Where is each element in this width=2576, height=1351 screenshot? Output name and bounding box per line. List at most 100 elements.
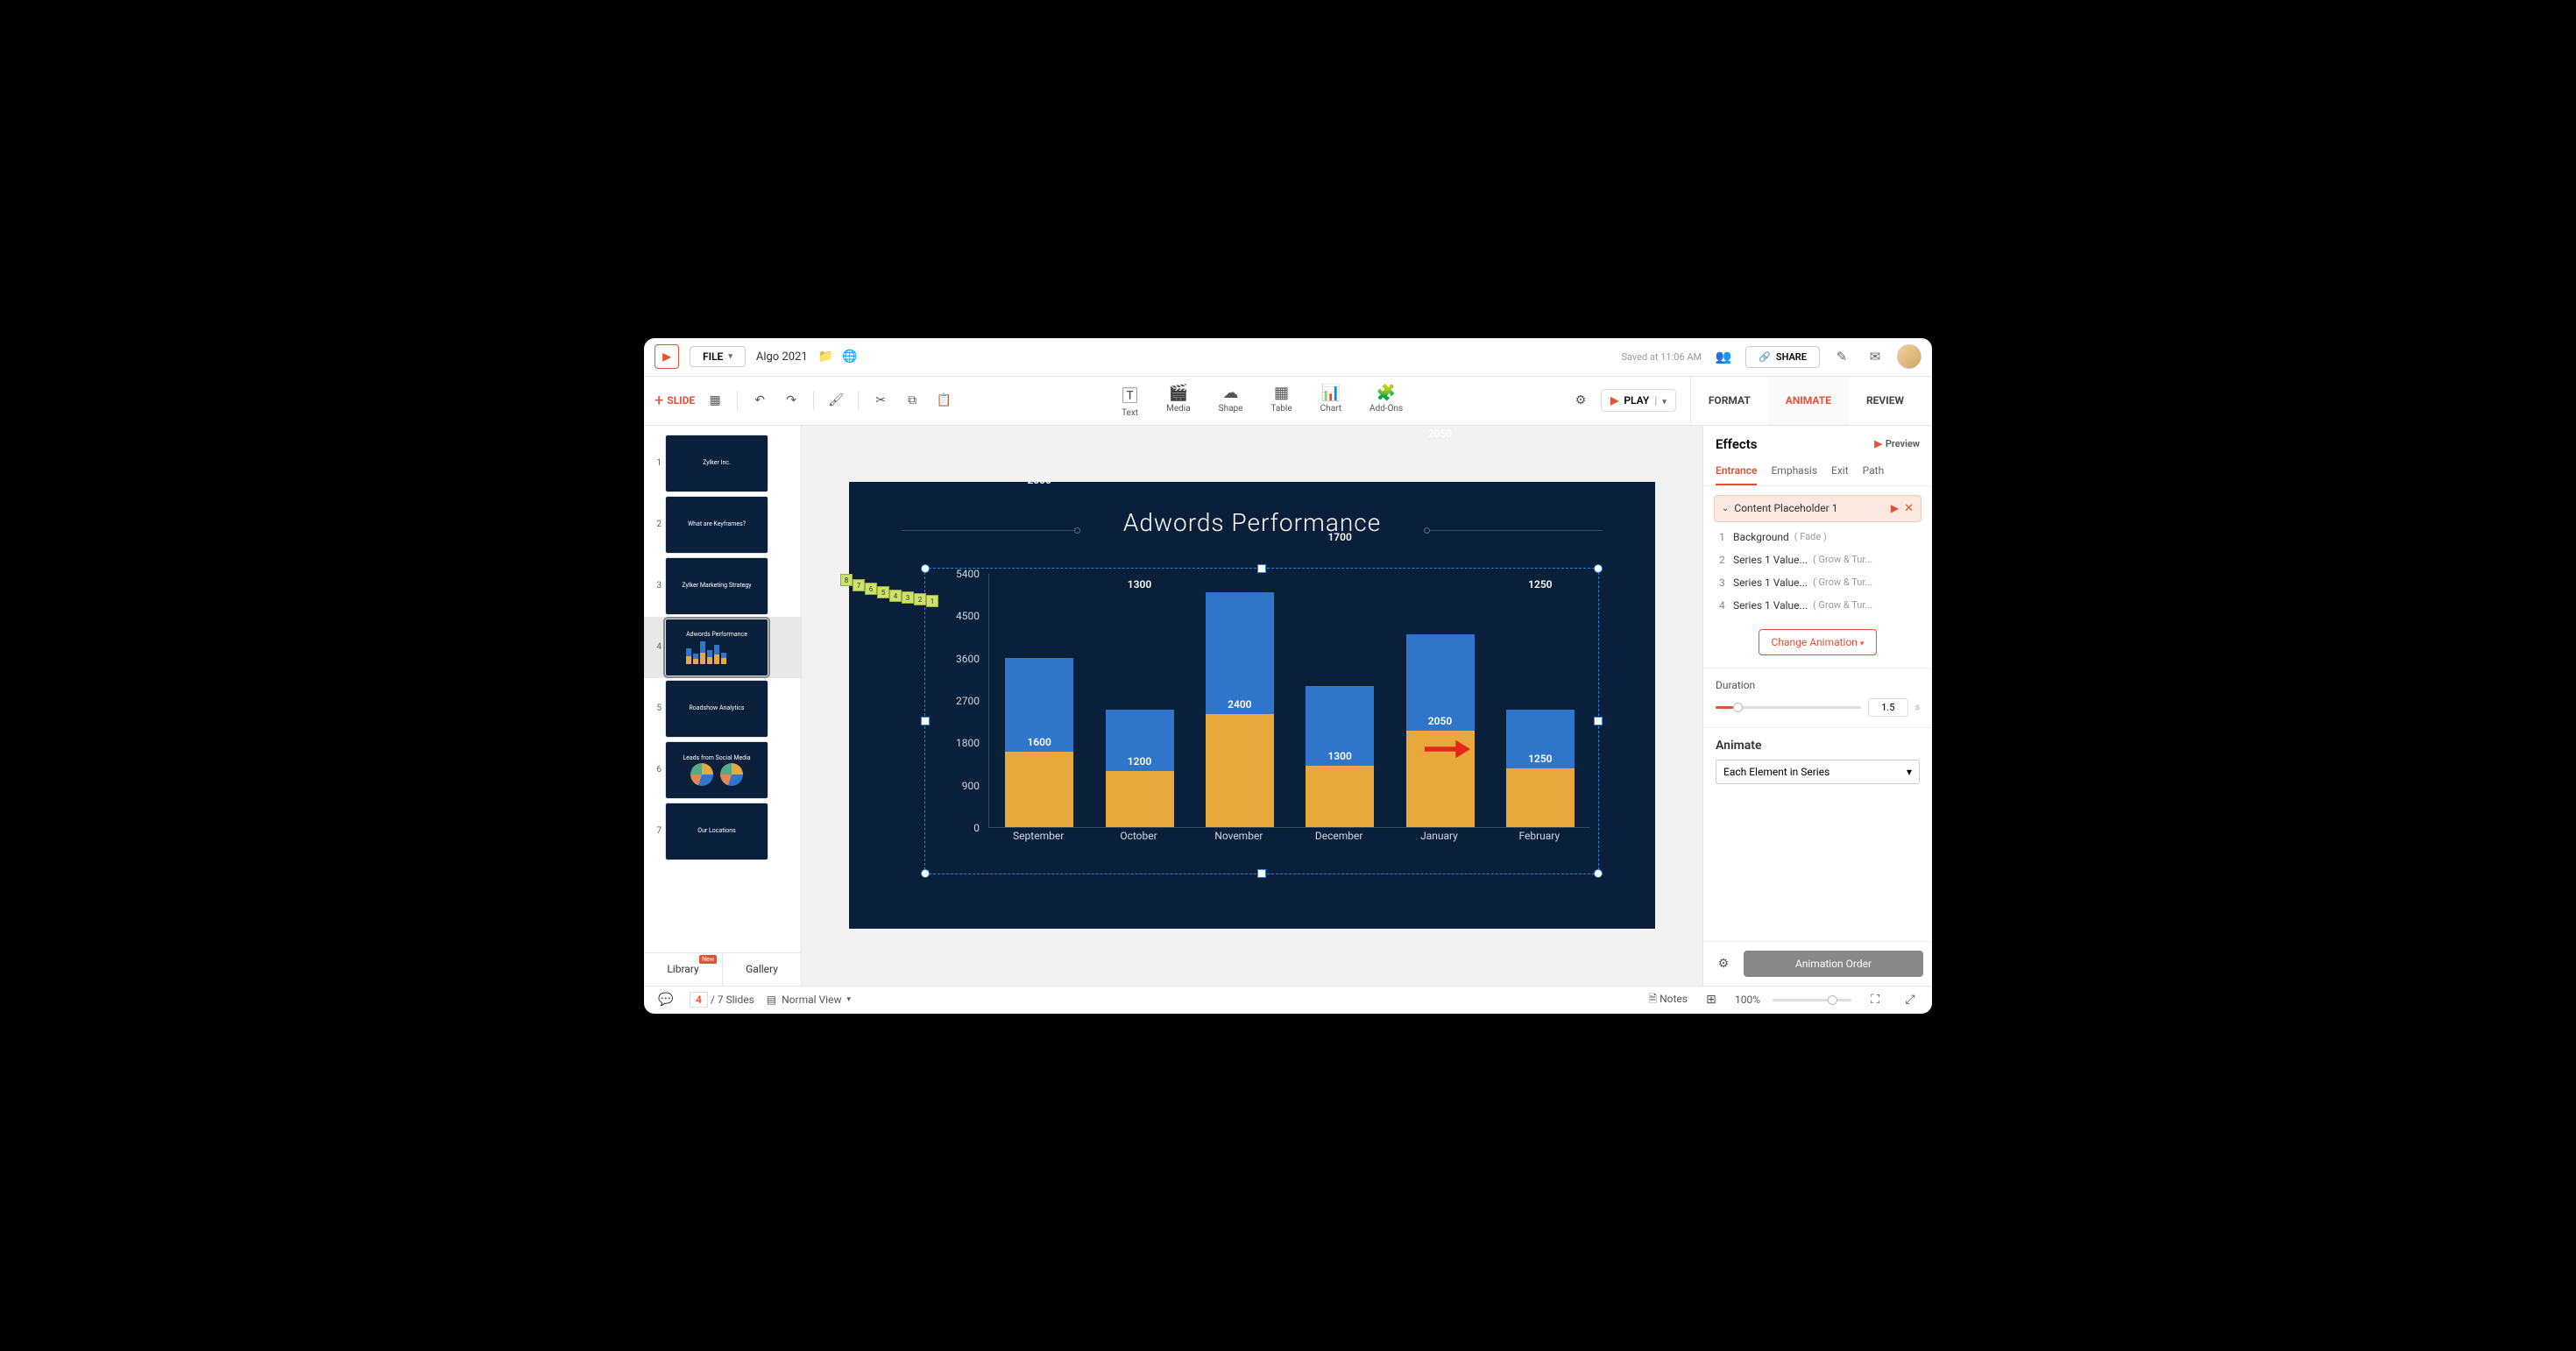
resize-handle[interactable] <box>1594 869 1603 878</box>
play-icon: ▶ <box>1610 394 1618 407</box>
table-icon: ▦ <box>1274 384 1289 402</box>
bar-group[interactable]: 12501250 <box>1506 710 1575 827</box>
animation-item[interactable]: 4Series 1 Value... ( Grow & Tur... <box>1719 594 1916 617</box>
paste-button[interactable]: 📋 <box>932 389 955 412</box>
bar-group[interactable]: 20001600 <box>1005 658 1073 827</box>
collaborators-icon[interactable]: 👥 <box>1712 345 1735 368</box>
fullscreen-icon[interactable]: ⤢ <box>1899 988 1921 1011</box>
slide-thumb-3[interactable]: 3Zylker Marketing Strategy <box>644 555 801 617</box>
duration-slider[interactable] <box>1716 706 1861 709</box>
format-painter-icon[interactable]: 🖌 <box>824 389 847 412</box>
slide-thumb-6[interactable]: 6Leads from Social Media <box>644 739 801 801</box>
resize-handle[interactable] <box>921 869 930 878</box>
close-icon[interactable]: ✕ <box>1904 502 1914 515</box>
undo-button[interactable]: ↶ <box>748 389 771 412</box>
bar-group[interactable]: 20502050 <box>1406 634 1475 827</box>
resize-handle[interactable] <box>921 564 930 573</box>
x-tick: November <box>1189 830 1289 845</box>
view-select[interactable]: ▤Normal View▾ <box>767 994 851 1006</box>
duration-input[interactable] <box>1868 698 1908 717</box>
slide-thumb-1[interactable]: 1Zylker Inc. <box>644 433 801 494</box>
chart[interactable]: 090018002700360045005400 200016001300120… <box>950 574 1589 845</box>
insert-addons[interactable]: 🧩Add-Ons <box>1369 384 1403 418</box>
slide-thumb-7[interactable]: 7Our Locations <box>644 801 801 862</box>
y-tick: 900 <box>962 780 980 792</box>
tab-animate[interactable]: ANIMATE <box>1768 377 1849 425</box>
add-slide-button[interactable]: +SLIDE <box>655 392 695 410</box>
insert-media[interactable]: 🎬Media <box>1166 384 1191 418</box>
duration-label: Duration <box>1716 679 1920 691</box>
text-icon: 🅃 <box>1122 384 1138 407</box>
animation-order-button[interactable]: Animation Order <box>1744 951 1923 977</box>
animation-item[interactable]: 1Background ( Fade ) <box>1719 526 1916 548</box>
layout-icon[interactable]: ▦ <box>704 389 726 412</box>
redo-button[interactable]: ↷ <box>780 389 803 412</box>
insert-chart[interactable]: 📊Chart <box>1320 384 1341 418</box>
insert-text[interactable]: 🅃Text <box>1122 384 1138 418</box>
effects-tab-exit[interactable]: Exit <box>1831 457 1849 485</box>
slide-thumb-5[interactable]: 5Roadshow Analytics <box>644 678 801 739</box>
file-menu[interactable]: FILE <box>690 346 746 367</box>
share-button[interactable]: 🔗SHARE <box>1745 346 1820 368</box>
folder-icon[interactable]: 📁 <box>818 350 833 364</box>
play-icon: ▶ <box>1874 438 1881 449</box>
avatar[interactable] <box>1897 344 1921 369</box>
play-button[interactable]: ▶PLAY| <box>1601 389 1676 412</box>
resize-handle[interactable] <box>1594 717 1603 725</box>
comments-icon[interactable]: 💬 <box>655 988 677 1011</box>
doc-name[interactable]: Algo 2021 <box>756 350 808 364</box>
effects-tab-path[interactable]: Path <box>1863 457 1885 485</box>
share-icon: 🔗 <box>1759 351 1771 363</box>
slide-thumb-4[interactable]: 4Adwords Performance <box>644 617 801 678</box>
slide-total: / 7 Slides <box>711 994 754 1006</box>
library-tab[interactable]: LibraryNew <box>644 953 723 986</box>
play-icon[interactable]: ▶ <box>1891 502 1899 514</box>
bar-group[interactable]: 13001200 <box>1106 710 1174 827</box>
bar-group[interactable]: 17001300 <box>1306 686 1374 827</box>
inbox-icon[interactable]: ✉ <box>1864 345 1886 368</box>
view-icon: ▤ <box>767 994 776 1006</box>
y-tick: 1800 <box>956 737 980 749</box>
effects-tab-entrance[interactable]: Entrance <box>1716 457 1757 485</box>
insert-table[interactable]: ▦Table <box>1270 384 1292 418</box>
insert-shape[interactable]: ☁Shape <box>1219 384 1243 418</box>
x-tick: September <box>988 830 1088 845</box>
preview-button[interactable]: ▶Preview <box>1874 438 1920 449</box>
bar-group[interactable]: 26002400 <box>1206 592 1274 828</box>
grid-icon[interactable]: ⊞ <box>1700 988 1723 1011</box>
slide-canvas[interactable]: Adwords Performance 87654321 <box>849 482 1655 929</box>
y-tick: 5400 <box>956 568 980 580</box>
fit-icon[interactable]: ⛶ <box>1864 988 1886 1011</box>
brush-icon[interactable]: ✎ <box>1830 345 1853 368</box>
y-tick: 2700 <box>956 695 980 707</box>
app-logo[interactable]: ▶ <box>655 344 679 369</box>
zoom-value: 100% <box>1735 994 1760 1006</box>
notes-button[interactable]: 🗎 Notes <box>1648 991 1688 1009</box>
animation-item[interactable]: 2Series 1 Value... ( Grow & Tur... <box>1719 548 1916 571</box>
animation-item[interactable]: 3Series 1 Value... ( Grow & Tur... <box>1719 571 1916 594</box>
slide-title: Adwords Performance <box>849 482 1655 537</box>
animate-select[interactable]: Each Element in Series▾ <box>1716 760 1920 784</box>
resize-handle[interactable] <box>1594 564 1603 573</box>
tab-format[interactable]: FORMAT <box>1691 377 1768 425</box>
effects-tab-emphasis[interactable]: Emphasis <box>1771 457 1817 485</box>
y-tick: 4500 <box>956 610 980 622</box>
copy-button[interactable]: ⧉ <box>901 389 924 412</box>
resize-handle[interactable] <box>1257 564 1266 573</box>
slide-thumb-2[interactable]: 2What are Keyframes? <box>644 494 801 555</box>
cut-button[interactable]: ✂ <box>869 389 892 412</box>
settings-icon[interactable]: ⚙ <box>1569 389 1592 412</box>
x-tick: January <box>1389 830 1489 845</box>
gear-icon[interactable]: ⚙ <box>1712 952 1735 975</box>
current-slide: 4 <box>690 992 708 1008</box>
change-animation-button[interactable]: Change Animation ▾ <box>1759 629 1878 655</box>
gallery-tab[interactable]: Gallery <box>723 953 801 986</box>
resize-handle[interactable] <box>921 717 930 725</box>
tab-review[interactable]: REVIEW <box>1849 377 1921 425</box>
x-tick: February <box>1490 830 1589 845</box>
globe-icon[interactable]: 🌐 <box>842 350 857 364</box>
element-header[interactable]: ⌄ Content Placeholder 1 ▶ ✕ <box>1714 495 1921 522</box>
resize-handle[interactable] <box>1257 869 1266 878</box>
zoom-slider[interactable] <box>1773 999 1851 1001</box>
saved-status: Saved at 11:06 AM <box>1621 351 1702 363</box>
